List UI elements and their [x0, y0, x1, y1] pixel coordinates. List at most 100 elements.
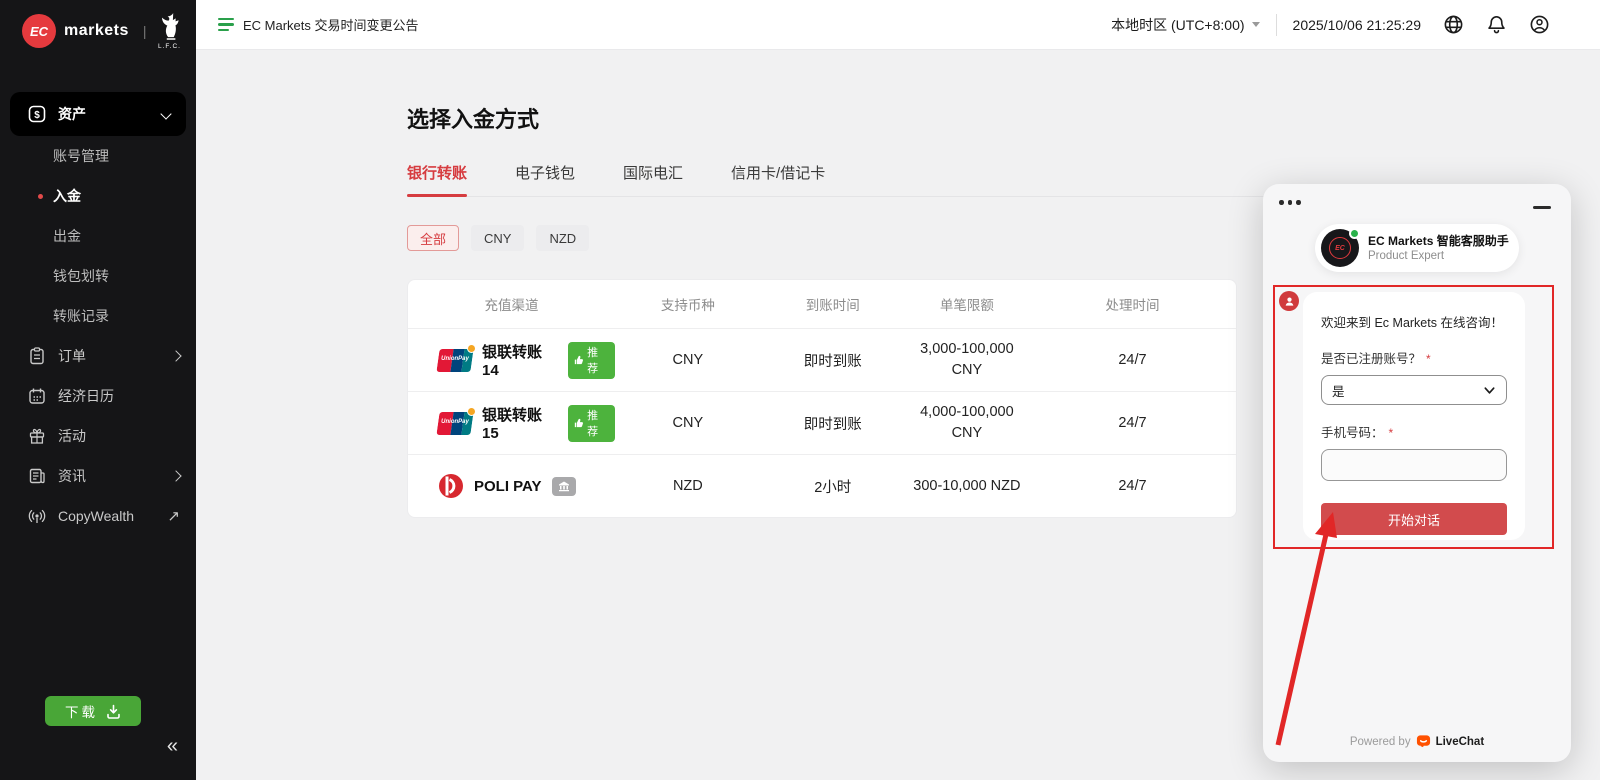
sidebar-item-economic-calendar[interactable]: 经济日历: [0, 376, 196, 416]
sidebar-item-news[interactable]: 资讯: [0, 456, 196, 496]
channel-name: 银联转账15: [482, 404, 558, 442]
sidebar-item-orders[interactable]: 订单: [0, 336, 196, 376]
unionpay-logo-icon: UnionPay: [438, 412, 472, 435]
bank-badge: [552, 477, 576, 496]
chat-minimize-icon[interactable]: [1533, 206, 1551, 209]
sidebar-item-account-management[interactable]: 账号管理: [0, 136, 196, 176]
liver-bird-icon: [157, 12, 183, 42]
hours-cell: 24/7: [1029, 352, 1236, 368]
collapse-sidebar-icon[interactable]: «: [167, 735, 178, 758]
limit-cell: 3,000-100,000 CNY: [905, 339, 1029, 381]
sidebar-item-label: 订单: [58, 346, 172, 366]
sidebar-item-wallet-transfer[interactable]: 钱包划转: [0, 256, 196, 296]
announcement-icon: [218, 18, 234, 32]
agent-avatar: EC: [1321, 229, 1359, 267]
limit-amount: 4,000-100,000: [905, 402, 1029, 423]
lfc-label: L.F.C.: [158, 43, 181, 50]
annotation-arrow: [1263, 504, 1363, 754]
sidebar-item-withdrawal[interactable]: 出金: [0, 216, 196, 256]
selected-option: 是: [1332, 381, 1345, 400]
welcome-message: 欢迎来到 Ec Markets 在线咨询！: [1321, 312, 1507, 331]
notifications-bell-icon[interactable]: [1486, 14, 1507, 35]
col-header: 支持币种: [615, 294, 761, 314]
agent-name: EC Markets 智能客服助手: [1368, 234, 1509, 249]
thumb-up-icon: [574, 418, 584, 428]
col-header: 单笔限额: [905, 294, 1029, 314]
logo-corner-badge: [467, 344, 476, 353]
currency-cell: CNY: [615, 352, 761, 368]
download-button[interactable]: 下载: [45, 696, 141, 726]
sidebar-item-deposit[interactable]: 入金: [0, 176, 196, 216]
announcement-text: EC Markets 交易时间变更公告: [243, 15, 419, 34]
sidebar-item-label: 账号管理: [53, 146, 109, 166]
phone-input[interactable]: [1321, 449, 1507, 481]
badge-label: 推荐: [587, 407, 609, 439]
col-header: 到账时间: [761, 294, 905, 314]
poli-pay-logo-icon: [438, 473, 464, 499]
clipboard-icon: [28, 347, 46, 365]
table-row[interactable]: POLI PAY NZD 2小时 300-10,000 NZD 24/7: [408, 454, 1236, 517]
sidebar-item-label: 资产: [58, 104, 162, 124]
active-dot: [38, 194, 43, 199]
filter-cny[interactable]: CNY: [471, 225, 524, 251]
recommended-badge: 推荐: [568, 342, 615, 379]
arrival-cell: 2小时: [761, 476, 905, 497]
ec-logo-icon: EC: [22, 14, 56, 48]
table-row[interactable]: UnionPay 银联转账15 推荐 CNY 即时到账 4,000-100,00…: [408, 391, 1236, 454]
logo-corner-badge: [467, 407, 476, 416]
limit-amount: 300-10,000 NZD: [905, 476, 1029, 497]
thumb-up-icon: [574, 355, 584, 365]
required-asterisk: *: [1426, 352, 1431, 366]
currency-cell: CNY: [615, 415, 761, 431]
tab-bank-transfer[interactable]: 银行转账: [407, 162, 467, 196]
sidebar-item-label: 入金: [53, 186, 81, 206]
col-header: 充值渠道: [408, 294, 615, 314]
limit-currency: CNY: [905, 360, 1029, 381]
filter-all[interactable]: 全部: [407, 225, 459, 251]
hours-cell: 24/7: [1029, 478, 1236, 494]
globe-icon[interactable]: [1443, 14, 1464, 35]
filter-nzd[interactable]: NZD: [536, 225, 589, 251]
sidebar-item-label: 出金: [53, 226, 81, 246]
deposit-channels-table: 充值渠道 支持币种 到账时间 单笔限额 处理时间 UnionPay 银联转账14: [407, 279, 1237, 518]
account-icon[interactable]: [1529, 14, 1550, 35]
prechat-form: 欢迎来到 Ec Markets 在线咨询！ 是否已注册账号？ * 是 手机号码：*…: [1303, 292, 1525, 540]
download-icon: [106, 704, 121, 719]
chevron-right-icon: [170, 350, 181, 361]
agent-card: EC EC Markets 智能客服助手 Product Expert: [1315, 224, 1519, 272]
limit-currency: CNY: [905, 423, 1029, 444]
sidebar-item-label: 活动: [58, 426, 180, 446]
arrival-cell: 即时到账: [761, 350, 905, 371]
tab-e-wallet[interactable]: 电子钱包: [515, 162, 575, 196]
svg-text:$: $: [34, 110, 40, 121]
broadcast-icon: [28, 507, 46, 525]
announcement-link[interactable]: EC Markets 交易时间变更公告: [218, 15, 419, 34]
sidebar-item-label: 资讯: [58, 466, 172, 486]
hours-cell: 24/7: [1029, 415, 1236, 431]
sidebar-item-assets[interactable]: $ 资产: [10, 92, 186, 136]
livechat-brand[interactable]: LiveChat: [1436, 736, 1485, 748]
sidebar-item-transfer-records[interactable]: 转账记录: [0, 296, 196, 336]
news-icon: [28, 467, 46, 485]
datetime: 2025/10/06 21:25:29: [1293, 17, 1421, 33]
limit-amount: 3,000-100,000: [905, 339, 1029, 360]
table-header: 充值渠道 支持币种 到账时间 单笔限额 处理时间: [408, 280, 1236, 328]
unionpay-logo-text: UnionPay: [438, 356, 472, 362]
timezone-selector[interactable]: 本地时区 (UTC+8:00): [1111, 15, 1259, 35]
sidebar-item-copywealth[interactable]: CopyWealth ↗: [0, 496, 196, 536]
sidebar-item-activities[interactable]: 活动: [0, 416, 196, 456]
tab-credit-debit-card[interactable]: 信用卡/借记卡: [731, 162, 825, 196]
calendar-icon: [28, 387, 46, 405]
phone-number-label: 手机号码：*: [1321, 422, 1507, 441]
currency-cell: NZD: [615, 478, 761, 494]
unionpay-logo-icon: UnionPay: [438, 349, 472, 372]
start-chat-button[interactable]: 开始对话: [1321, 503, 1507, 535]
limit-cell: 300-10,000 NZD: [905, 476, 1029, 497]
download-label: 下载: [65, 701, 98, 721]
chat-more-options-icon[interactable]: [1279, 200, 1301, 205]
channel-name: POLI PAY: [474, 478, 542, 495]
registered-select[interactable]: 是: [1321, 375, 1507, 405]
table-row[interactable]: UnionPay 银联转账14 推荐 CNY 即时到账 3,000-100,00…: [408, 328, 1236, 391]
tab-international-wire[interactable]: 国际电汇: [623, 162, 683, 196]
field-label: 是否已注册账号？: [1321, 352, 1421, 366]
